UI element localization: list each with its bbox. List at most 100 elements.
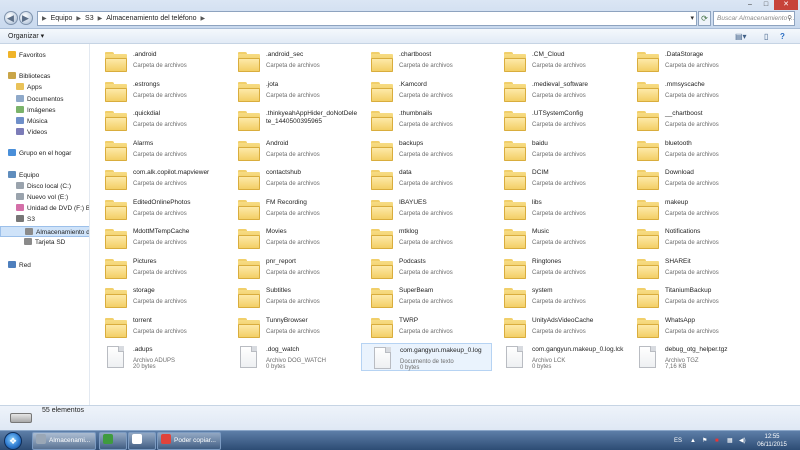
folder-item[interactable]: storage Carpeta de archivos (95, 284, 226, 312)
folder-item[interactable]: UnityAdsVideoCache Carpeta de archivos (494, 314, 625, 342)
folder-item[interactable]: IBAYUES Carpeta de archivos (361, 196, 492, 224)
folder-item[interactable]: Music Carpeta de archivos (494, 225, 625, 253)
folder-item[interactable]: FM Recording Carpeta de archivos (228, 196, 359, 224)
folder-item[interactable]: contactshub Carpeta de archivos (228, 166, 359, 194)
tray-expand-icon[interactable]: ▲ (690, 431, 696, 450)
start-button[interactable]: ❖ (4, 432, 22, 450)
folder-item[interactable]: SHAREit Carpeta de archivos (627, 255, 758, 283)
volume-icon[interactable]: ◀) (739, 431, 746, 450)
file-item[interactable]: .dog_watch Archivo DOG_WATCH 0 bytes (228, 343, 359, 371)
folder-item[interactable]: .android Carpeta de archivos (95, 48, 226, 76)
folder-item[interactable]: Subtitles Carpeta de archivos (228, 284, 359, 312)
folder-item[interactable]: SuperBeam Carpeta de archivos (361, 284, 492, 312)
sidebar-item[interactable]: Grupo en el hogar (0, 148, 89, 159)
file-item[interactable]: .adups Archivo ADUPS 20 bytes (95, 343, 226, 371)
folder-item[interactable]: Notifications Carpeta de archivos (627, 225, 758, 253)
sidebar-item[interactable]: Tarjeta SD (0, 237, 89, 248)
file-item[interactable]: com.gangyun.makeup_0.log.lck Archivo LCK 0… (494, 343, 625, 371)
clock[interactable]: 12:55 06/11/2015 (752, 433, 792, 449)
sidebar-item[interactable]: S3 (0, 214, 89, 225)
sidebar-item[interactable]: Imágenes (0, 105, 89, 116)
sidebar-item[interactable]: Unidad de DVD (F:) Bar (0, 203, 89, 214)
search-input[interactable]: Buscar Almacenamiento ... ⚲ (713, 11, 795, 26)
chevron-down-icon[interactable]: ▾ (690, 14, 694, 22)
folder-item[interactable]: .android_sec Carpeta de archivos (228, 48, 359, 76)
folder-item[interactable]: EditedOnlinePhotos Carpeta de archivos (95, 196, 226, 224)
folder-item[interactable]: TunnyBrowser Carpeta de archivos (228, 314, 359, 342)
folder-item[interactable]: backups Carpeta de archivos (361, 137, 492, 165)
sidebar-item[interactable]: Nuevo vol (E:) (0, 192, 89, 203)
file-item[interactable]: com.gangyun.makeup_0.log Documento de tex… (361, 343, 492, 371)
folder-item[interactable]: .Kamcord Carpeta de archivos (361, 78, 492, 106)
close-button[interactable]: ✕ (774, 0, 798, 10)
folder-item[interactable]: .medieval_software Carpeta de archivos (494, 78, 625, 106)
folder-item[interactable]: libs Carpeta de archivos (494, 196, 625, 224)
breadcrumb[interactable]: ▶ Equipo ▶ S3 ▶ Almacenamiento del teléf… (37, 11, 697, 26)
forward-button[interactable]: ▶ (19, 11, 33, 25)
taskbar-button[interactable] (128, 432, 156, 450)
network-icon[interactable]: ▦ (727, 431, 733, 450)
view-options-icon[interactable]: ▤▾ (735, 32, 747, 41)
back-button[interactable]: ◀ (4, 11, 18, 25)
file-item[interactable]: debug_otg_helper.tgz Archivo TGZ 7,16 KB (627, 343, 758, 371)
folder-item[interactable]: .jota Carpeta de archivos (228, 78, 359, 106)
taskbar-button[interactable]: Almacenami... (32, 432, 96, 450)
folder-item[interactable]: data Carpeta de archivos (361, 166, 492, 194)
sidebar-item[interactable]: Favoritos (0, 50, 89, 61)
antivirus-icon[interactable]: ■ (715, 431, 719, 450)
folder-item[interactable]: Podcasts Carpeta de archivos (361, 255, 492, 283)
taskbar-button[interactable]: Poder copiar... (157, 432, 221, 450)
folder-item[interactable]: .CM_Cloud Carpeta de archivos (494, 48, 625, 76)
folder-item[interactable]: makeup Carpeta de archivos (627, 196, 758, 224)
sidebar-item[interactable]: Apps (0, 82, 89, 93)
folder-item[interactable]: TWRP Carpeta de archivos (361, 314, 492, 342)
folder-item[interactable]: bluetooth Carpeta de archivos (627, 137, 758, 165)
folder-item[interactable]: Alarms Carpeta de archivos (95, 137, 226, 165)
folder-item[interactable]: .chartboost Carpeta de archivos (361, 48, 492, 76)
folder-item[interactable]: WhatsApp Carpeta de archivos (627, 314, 758, 342)
help-icon[interactable]: ? (780, 32, 785, 41)
breadcrumb-s3[interactable]: S3 (85, 15, 94, 22)
folder-item[interactable]: Pictures Carpeta de archivos (95, 255, 226, 283)
folder-item[interactable]: system Carpeta de archivos (494, 284, 625, 312)
folder-item[interactable]: Android Carpeta de archivos (228, 137, 359, 165)
preview-pane-icon[interactable]: ▯ (764, 32, 768, 41)
flag-icon[interactable]: ⚑ (702, 431, 707, 450)
breadcrumb-storage[interactable]: Almacenamiento del teléfono (106, 15, 196, 22)
folder-item[interactable]: baidu Carpeta de archivos (494, 137, 625, 165)
folder-item[interactable]: .UTSystemConfig Carpeta de archivos (494, 107, 625, 135)
folder-item[interactable]: .mmsyscache Carpeta de archivos (627, 78, 758, 106)
folder-item[interactable]: pnr_report Carpeta de archivos (228, 255, 359, 283)
folder-item[interactable]: .thumbnails Carpeta de archivos (361, 107, 492, 135)
folder-item[interactable]: .quickdial Carpeta de archivos (95, 107, 226, 135)
folder-item[interactable]: MdottMTempCache Carpeta de archivos (95, 225, 226, 253)
breadcrumb-equipo[interactable]: Equipo (51, 15, 73, 22)
language-indicator[interactable]: ES (674, 431, 682, 450)
sidebar-item[interactable]: Almacenamiento del t (0, 226, 89, 237)
folder-item[interactable]: .thinkyeahAppHider_doNotDelete_144050039… (228, 107, 359, 135)
folder-item[interactable]: com.alk.copilot.mapviewer Carpeta de arch… (95, 166, 226, 194)
folder-item[interactable]: mtklog Carpeta de archivos (361, 225, 492, 253)
folder-item[interactable]: torrent Carpeta de archivos (95, 314, 226, 342)
sidebar-item[interactable]: Red (0, 260, 89, 271)
sidebar-item[interactable]: Documentos (0, 94, 89, 105)
refresh-button[interactable]: ⟳ (698, 11, 711, 26)
sidebar-item[interactable]: Equipo (0, 170, 89, 181)
sidebar-item[interactable]: Bibliotecas (0, 71, 89, 82)
sidebar-item[interactable]: Vídeos (0, 127, 89, 138)
folder-item[interactable]: Movies Carpeta de archivos (228, 225, 359, 253)
taskbar-button[interactable] (99, 432, 127, 450)
folder-item[interactable]: Ringtones Carpeta de archivos (494, 255, 625, 283)
folder-item[interactable]: __chartboost Carpeta de archivos (627, 107, 758, 135)
organize-button[interactable]: Organizar ▾ (8, 32, 44, 40)
folder-item[interactable]: Download Carpeta de archivos (627, 166, 758, 194)
folder-item[interactable]: DCIM Carpeta de archivos (494, 166, 625, 194)
folder-item[interactable]: TitaniumBackup Carpeta de archivos (627, 284, 758, 312)
folder-item[interactable]: .estrongs Carpeta de archivos (95, 78, 226, 106)
sidebar-item[interactable]: Disco local (C:) (0, 181, 89, 192)
minimize-button[interactable]: – (742, 0, 758, 10)
maximize-button[interactable]: □ (758, 0, 774, 10)
folder-item[interactable]: .DataStorage Carpeta de archivos (627, 48, 758, 76)
sidebar-item[interactable]: Música (0, 116, 89, 127)
file-icon (374, 347, 391, 369)
